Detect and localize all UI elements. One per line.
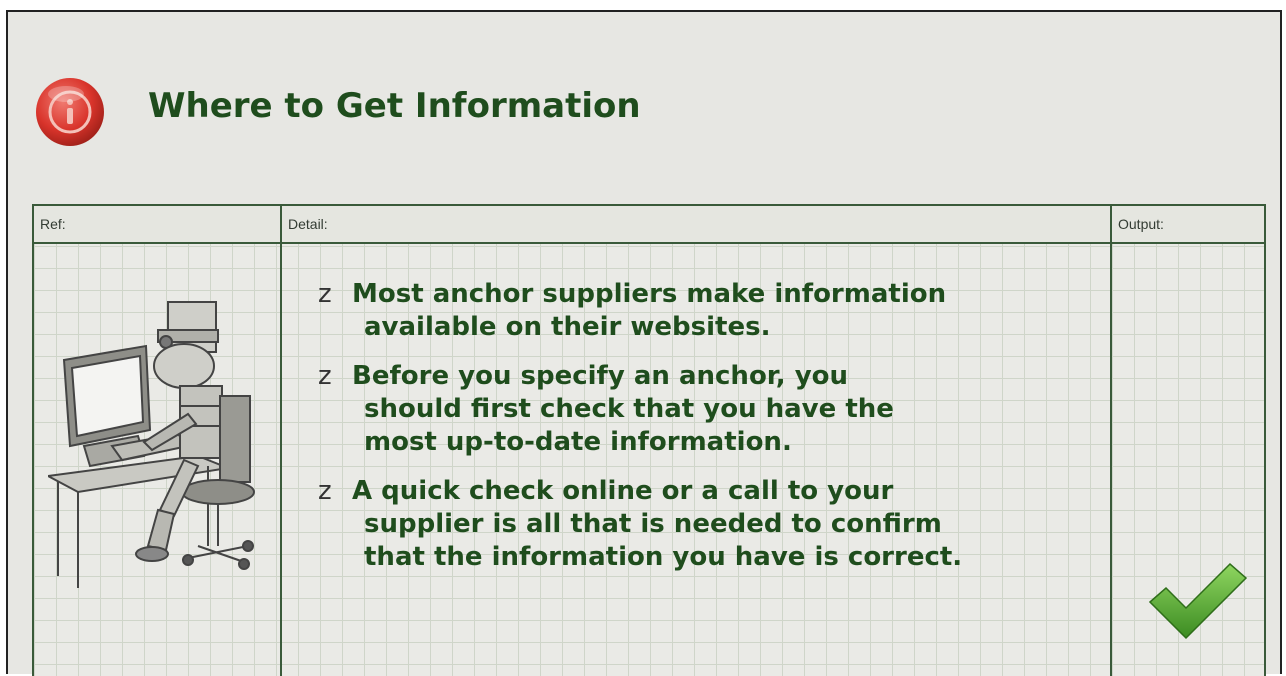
list-item: z A quick check online or a call to your… xyxy=(318,475,1118,574)
bullet-text: available on their websites. xyxy=(364,312,771,342)
column-divider xyxy=(280,206,282,676)
bullet-text: supplier is all that is needed to confir… xyxy=(364,509,942,539)
list-item: z Before you specify an anchor, you shou… xyxy=(318,360,1118,459)
person-at-computer-illustration xyxy=(48,301,255,588)
bullet-marker: z xyxy=(318,279,332,309)
info-icon xyxy=(36,78,104,146)
bullet-list: z Most anchor suppliers make information… xyxy=(318,278,1118,590)
bullet-marker: z xyxy=(318,361,332,391)
checkmark-icon xyxy=(1148,562,1248,640)
table-header-row: Ref: Detail: Output: xyxy=(34,206,1264,244)
bullet-text: Before you specify an anchor, you xyxy=(352,361,849,391)
bullet-text: Most anchor suppliers make information xyxy=(352,279,947,309)
bullet-text: should first check that you have the xyxy=(364,394,894,424)
page-title: Where to Get Information xyxy=(148,86,641,126)
slide: Where to Get Information Ref: Detail: Ou… xyxy=(6,10,1282,676)
list-item: z Most anchor suppliers make information… xyxy=(318,278,1118,344)
bullet-text: most up-to-date information. xyxy=(364,427,792,457)
grid-table: Ref: Detail: Output: z Most anchor suppl… xyxy=(32,204,1266,676)
header-detail: Detail: xyxy=(288,216,328,232)
header-ref: Ref: xyxy=(40,216,66,232)
bullet-text: that the information you have is correct… xyxy=(364,542,963,572)
header-output: Output: xyxy=(1118,216,1164,232)
bullet-text: A quick check online or a call to your xyxy=(352,476,894,506)
bullet-marker: z xyxy=(318,476,332,506)
